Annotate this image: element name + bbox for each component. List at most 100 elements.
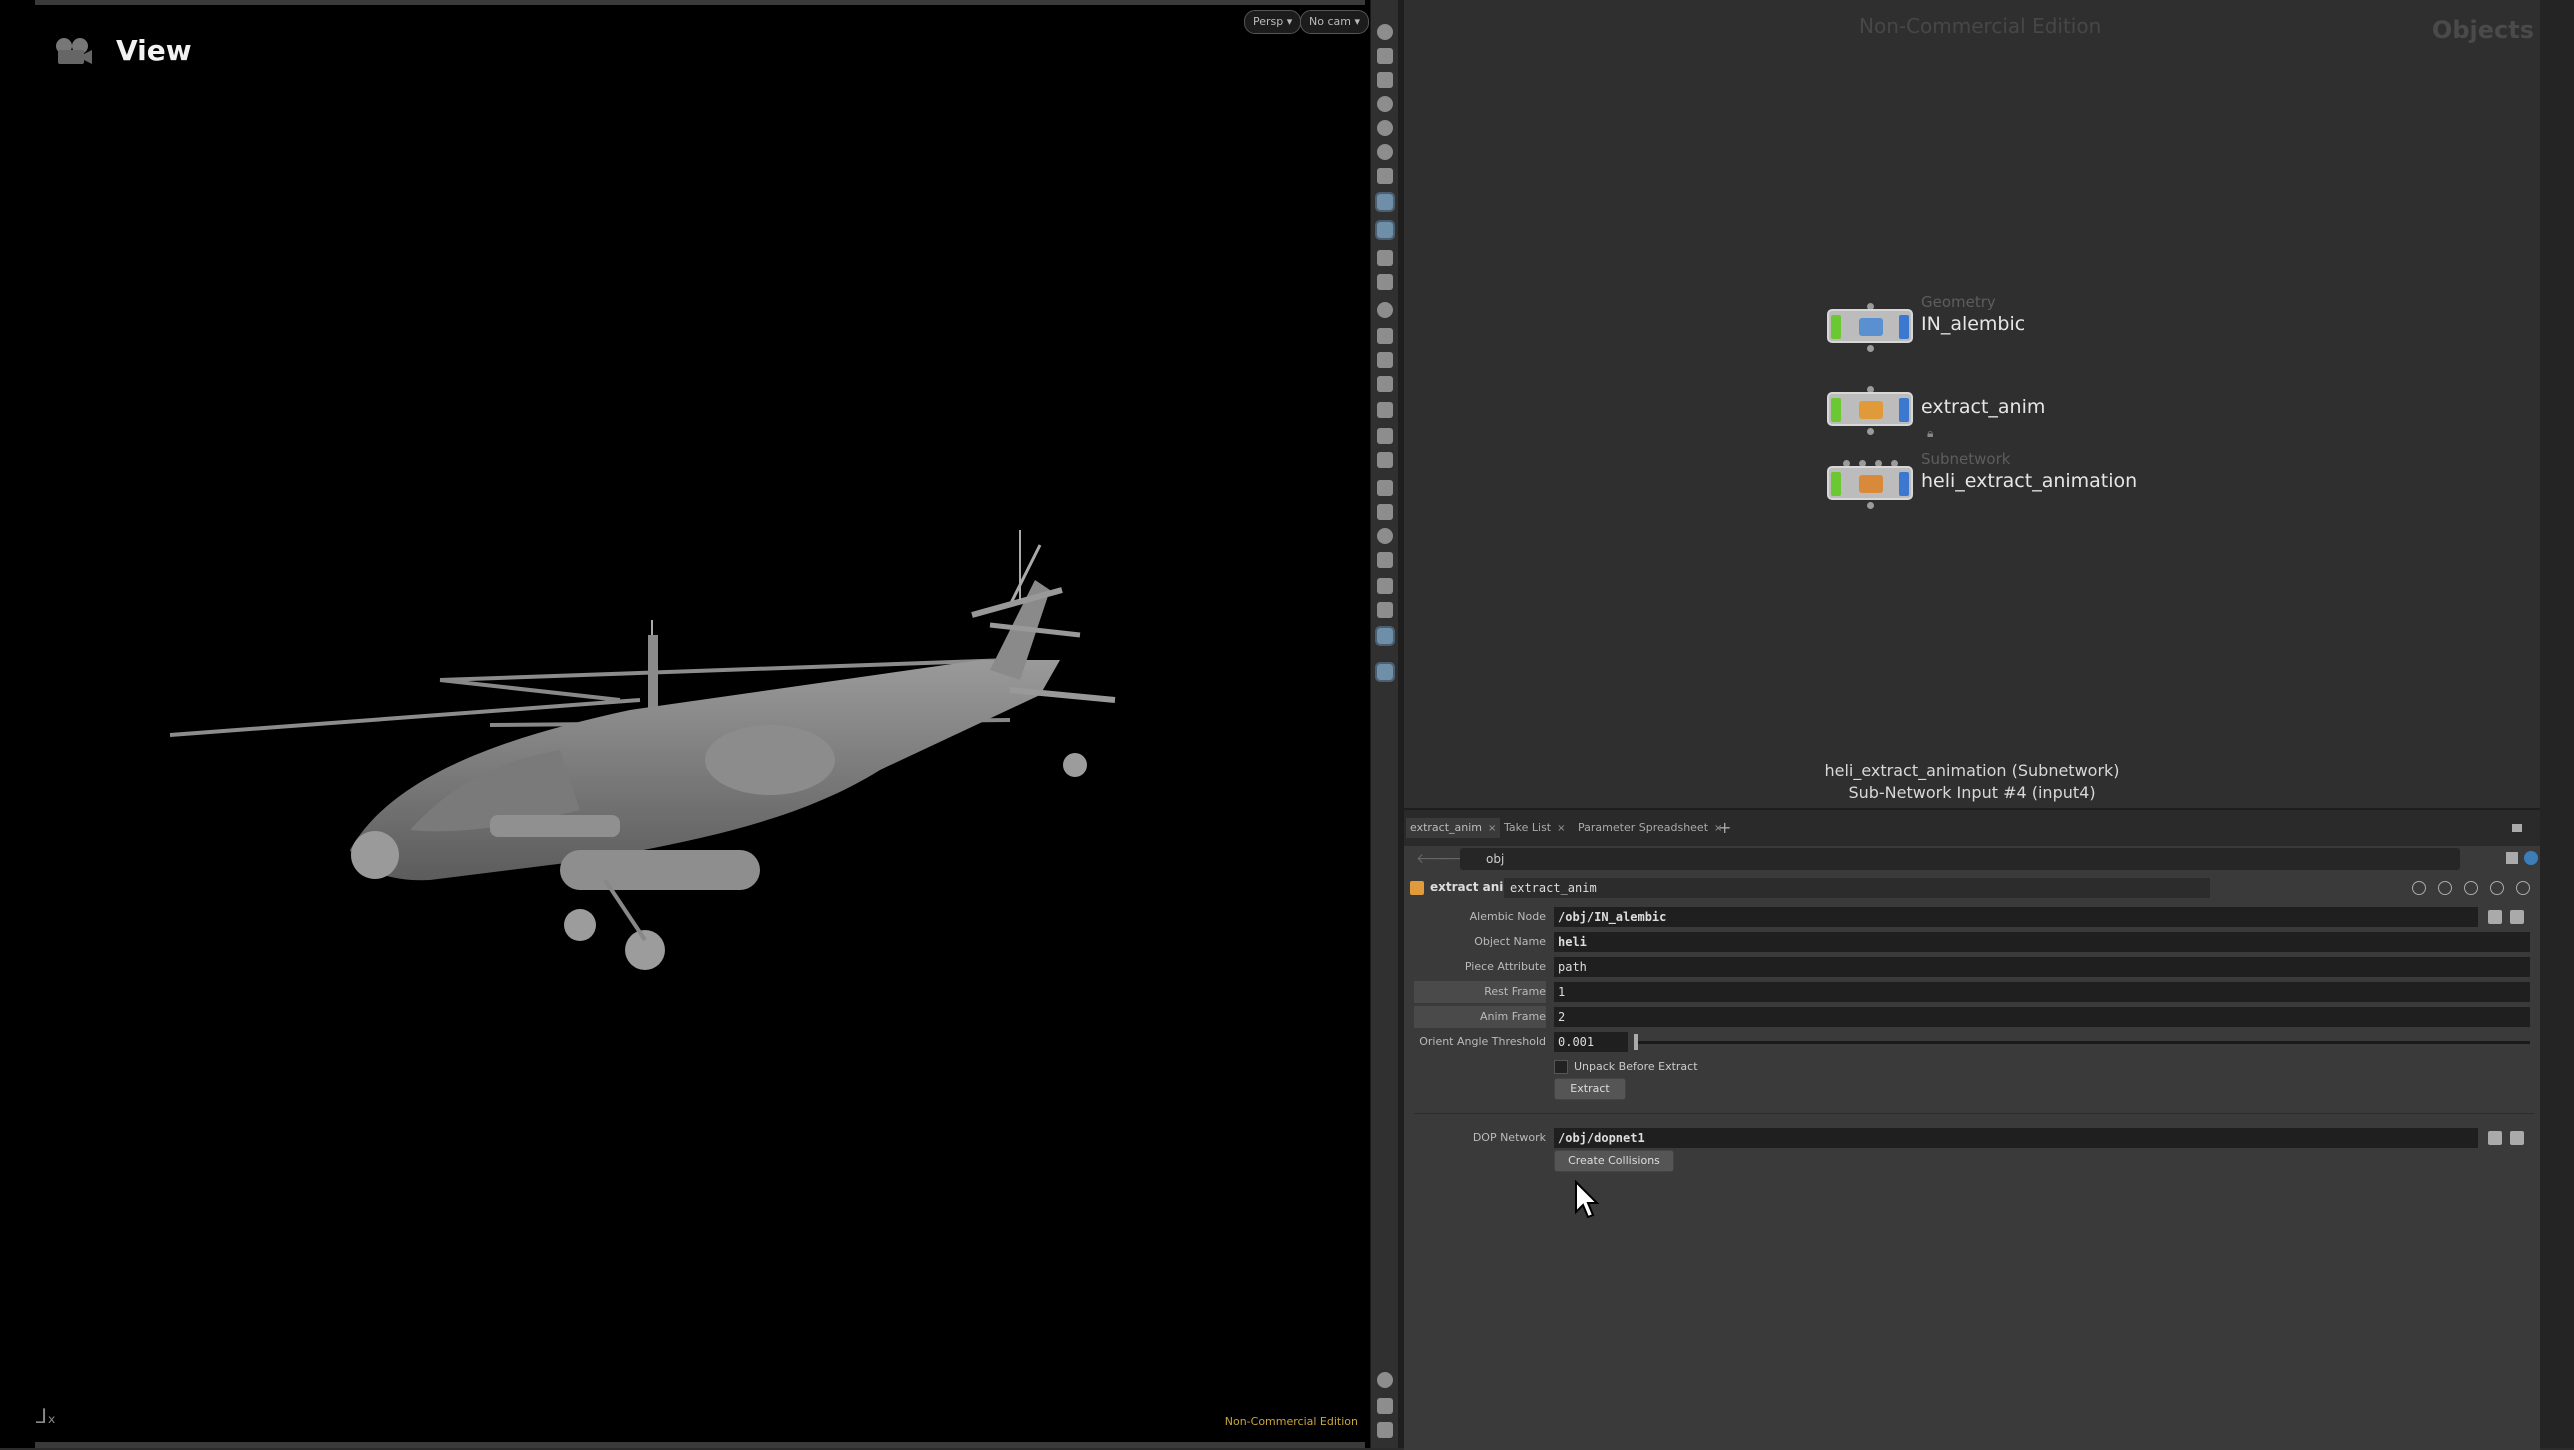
viewport-top-bar [35, 0, 1365, 5]
face-icon[interactable] [1377, 402, 1393, 418]
node-chooser-icon[interactable] [2510, 910, 2524, 924]
orient-angle-slider[interactable] [1634, 1041, 2530, 1044]
ghost-icon[interactable] [1377, 250, 1393, 266]
bounding-box-icon[interactable] [1377, 452, 1393, 468]
node-output-dot[interactable] [1867, 345, 1874, 352]
node-output-dot[interactable] [1867, 502, 1874, 509]
camera-icon[interactable] [1375, 626, 1395, 646]
render-flag[interactable] [1899, 315, 1909, 339]
node-body[interactable] [1827, 392, 1913, 426]
node-output-dot[interactable] [1867, 428, 1874, 435]
slider-handle[interactable] [1634, 1034, 1638, 1050]
display-flag[interactable] [1831, 398, 1841, 422]
node-name-label[interactable]: heli_extract_animation [1921, 470, 2137, 492]
brush-icon[interactable] [1377, 352, 1393, 368]
unpack-checkbox[interactable] [1554, 1060, 1568, 1074]
anim-frame-field[interactable]: 2 [1554, 1007, 2530, 1027]
orient-angle-field[interactable]: 0.001 [1554, 1032, 1628, 1052]
network-editor[interactable]: Non-Commercial Edition Objects Geometry … [1404, 0, 2540, 808]
snap-icon[interactable] [1377, 96, 1393, 112]
path-field[interactable]: obj [1460, 848, 2460, 870]
param-create-collisions: Create Collisions [1404, 1150, 2540, 1172]
param-piece-attribute: Piece Attribute path [1404, 956, 2540, 978]
render-flag[interactable] [1899, 398, 1909, 422]
param-alembic-node: Alembic Node /obj/IN_alembic [1404, 906, 2540, 928]
perspective-menu[interactable]: Persp ▾ [1244, 10, 1302, 34]
object-name-field[interactable]: heli [1554, 932, 2530, 952]
camera-menu[interactable]: No cam ▾ [1300, 10, 1369, 34]
help-icon[interactable] [2516, 881, 2530, 895]
camera-view-icon[interactable] [1375, 192, 1395, 212]
pin-icon[interactable] [1377, 168, 1393, 184]
snapshot-icon[interactable] [1377, 1422, 1393, 1438]
timeline-bar[interactable] [35, 1442, 1365, 1448]
layers-icon[interactable] [1377, 48, 1393, 64]
texture-icon[interactable] [1377, 504, 1393, 520]
param-unpack-before-extract: Unpack Before Extract [1404, 1056, 2540, 1078]
background-icon[interactable] [1377, 528, 1393, 544]
extract-icon [1859, 401, 1883, 419]
info-icon[interactable] [1377, 1372, 1393, 1388]
create-collisions-button[interactable]: Create Collisions [1554, 1150, 1674, 1172]
node-name-label[interactable]: extract_anim [1921, 396, 2045, 418]
node-body[interactable] [1827, 466, 1913, 500]
link-icon[interactable] [2524, 851, 2538, 865]
jump-icon[interactable] [2488, 1131, 2502, 1145]
jump-icon[interactable] [2488, 910, 2502, 924]
extract-button[interactable]: Extract [1554, 1078, 1626, 1100]
info-line-2: Sub-Network Input #4 (input4) [1848, 783, 2096, 802]
edge-icon[interactable] [1377, 376, 1393, 392]
display-flag[interactable] [1831, 315, 1841, 339]
node-name-label[interactable]: IN_alembic [1921, 313, 2025, 335]
render-flag[interactable] [1899, 472, 1909, 496]
add-tab-button[interactable]: + [1714, 818, 1735, 838]
stack-icon[interactable] [1377, 274, 1393, 290]
lock-icon[interactable] [1377, 72, 1393, 88]
light-icon[interactable] [1377, 144, 1393, 160]
node-info-tooltip: heli_extract_animation (Subnetwork) Sub-… [1404, 760, 2540, 804]
node-header: extract anim extract_anim [1404, 876, 2540, 902]
display-options-icon[interactable] [1377, 24, 1393, 40]
scene-viewport[interactable]: View Persp ▾ No cam ▾ ⅃ₓ Non-Commercial … [0, 0, 1370, 1448]
node-name-field[interactable]: extract_anim [1504, 878, 2210, 898]
gear-icon[interactable] [2412, 881, 2426, 895]
helicopter-model [169, 530, 1116, 970]
param-extract: Extract [1404, 1078, 2540, 1100]
dop-network-field[interactable]: /obj/dopnet1 [1554, 1128, 2478, 1148]
point-icon[interactable] [1377, 302, 1393, 318]
info-line-1: heli_extract_animation (Subnetwork) [1824, 761, 2120, 780]
pin-icon[interactable] [2506, 852, 2518, 864]
frame-icon[interactable] [1375, 220, 1395, 240]
sphere-icon[interactable] [1375, 662, 1395, 682]
info-icon[interactable] [2490, 881, 2504, 895]
square-icon[interactable] [1377, 602, 1393, 618]
scale-icon[interactable] [1377, 578, 1393, 594]
viewport-watermark: Non-Commercial Edition [1224, 1415, 1358, 1428]
alembic-node-field[interactable]: /obj/IN_alembic [1554, 907, 2478, 927]
tab-extract-anim[interactable]: extract_anim × [1406, 818, 1501, 838]
search-icon[interactable] [2464, 881, 2478, 895]
layout-icon[interactable] [1377, 1398, 1393, 1414]
shading-icon[interactable] [1377, 120, 1393, 136]
viewport-toolbar [1370, 0, 1399, 1448]
pane-menu-icon[interactable] [2512, 824, 2522, 832]
grid-icon[interactable] [1377, 428, 1393, 444]
param-label: Piece Attribute [1464, 960, 1546, 973]
wireframe-icon[interactable] [1377, 480, 1393, 496]
param-rest-frame: Rest Frame 1 [1404, 981, 2540, 1003]
tab-take-list[interactable]: Take List × [1500, 818, 1570, 838]
param-label: DOP Network [1472, 1131, 1546, 1144]
piece-attribute-field[interactable]: path [1554, 957, 2530, 977]
close-icon[interactable]: × [1488, 823, 1496, 834]
edit-icon[interactable] [2438, 881, 2452, 895]
display-flag[interactable] [1831, 472, 1841, 496]
rest-frame-field[interactable]: 1 [1554, 982, 2530, 1002]
node-body[interactable] [1827, 309, 1913, 343]
geometry-icon [1859, 318, 1883, 336]
image-icon[interactable] [1377, 552, 1393, 568]
node-chooser-icon[interactable] [2510, 1131, 2524, 1145]
normal-icon[interactable] [1377, 328, 1393, 344]
tab-parameter-spreadsheet[interactable]: Parameter Spreadsheet × [1574, 818, 1726, 838]
close-icon[interactable]: × [1557, 823, 1565, 834]
param-label: Anim Frame [1414, 1006, 1546, 1028]
